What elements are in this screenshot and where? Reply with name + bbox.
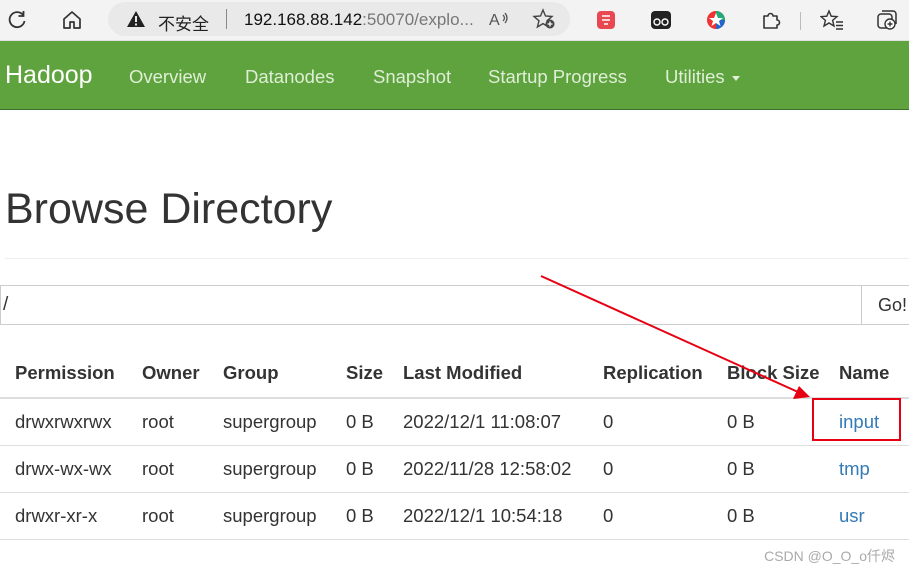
header-size[interactable]: Size (346, 351, 383, 395)
directory-table: Permission Owner Group Size Last Modifie… (0, 351, 909, 540)
cell-permission: drwxrwxrwx (15, 411, 112, 432)
nav-startup-progress[interactable]: Startup Progress (488, 66, 627, 88)
header-owner[interactable]: Owner (142, 351, 200, 395)
cell-last-modified: 2022/12/1 11:08:07 (403, 411, 562, 432)
cell-block-size: 0 B (727, 411, 755, 432)
toolbar-divider (800, 12, 801, 30)
nav-datanodes[interactable]: Datanodes (245, 66, 334, 88)
collections-icon[interactable] (875, 8, 899, 32)
read-aloud-icon[interactable]: A (488, 9, 512, 34)
nav-overview[interactable]: Overview (129, 66, 206, 88)
warning-icon (126, 10, 146, 33)
favorites-icon[interactable] (820, 8, 844, 32)
hadoop-navbar: Hadoop Overview Datanodes Snapshot Start… (0, 41, 909, 110)
directory-link-input[interactable]: input (839, 399, 879, 445)
nav-snapshot[interactable]: Snapshot (373, 66, 451, 88)
cell-owner: root (142, 505, 174, 526)
header-last-modified[interactable]: Last Modified (403, 351, 522, 395)
address-bar[interactable]: 不安全 192.168.88.142:50070/explo... A (108, 2, 570, 36)
cell-group: supergroup (223, 505, 317, 526)
table-row: drwxrwxrwx root supergroup 0 B 2022/12/1… (0, 399, 909, 446)
caret-down-icon (731, 75, 740, 81)
home-icon[interactable] (60, 8, 84, 32)
directory-path-input[interactable] (0, 285, 861, 325)
header-group[interactable]: Group (223, 351, 279, 395)
url-host: 192.168.88.142 (244, 10, 363, 29)
add-favorite-icon[interactable] (532, 8, 556, 35)
cell-permission: drwx-wx-wx (15, 458, 112, 479)
nav-utilities[interactable]: Utilities (665, 66, 740, 88)
go-button[interactable]: Go! (861, 285, 909, 325)
nav-utilities-label: Utilities (665, 66, 725, 87)
cell-size: 0 B (346, 505, 374, 526)
header-name[interactable]: Name (839, 351, 889, 395)
cell-group: supergroup (223, 411, 317, 432)
browser-toolbar: 不安全 192.168.88.142:50070/explo... A (0, 0, 909, 41)
cell-owner: root (142, 411, 174, 432)
extensions-puzzle-icon[interactable] (759, 8, 783, 32)
cell-replication: 0 (603, 505, 614, 526)
cell-block-size: 0 B (727, 458, 755, 479)
table-row: drwx-wx-wx root supergroup 0 B 2022/11/2… (0, 446, 909, 493)
security-label[interactable]: 不安全 (158, 10, 209, 35)
cell-last-modified: 2022/12/1 10:54:18 (403, 505, 563, 526)
cell-last-modified: 2022/11/28 12:58:02 (403, 458, 572, 479)
refresh-icon[interactable] (5, 8, 29, 32)
cell-replication: 0 (603, 458, 614, 479)
cell-block-size: 0 B (727, 505, 755, 526)
extension-glasses-icon[interactable] (649, 8, 673, 32)
directory-link-tmp[interactable]: tmp (839, 446, 870, 492)
header-permission[interactable]: Permission (15, 351, 115, 395)
directory-link-usr[interactable]: usr (839, 493, 865, 539)
page-title: Browse Directory (5, 185, 333, 233)
extension-red-icon[interactable] (594, 8, 618, 32)
cell-replication: 0 (603, 411, 614, 432)
table-header-row: Permission Owner Group Size Last Modifie… (0, 351, 909, 399)
header-replication[interactable]: Replication (603, 351, 703, 395)
cell-group: supergroup (223, 458, 317, 479)
cell-size: 0 B (346, 411, 374, 432)
cell-size: 0 B (346, 458, 374, 479)
url-path: :50070/explo... (362, 10, 474, 29)
url-text[interactable]: 192.168.88.142:50070/explo... (244, 10, 474, 30)
title-divider (5, 258, 909, 259)
cell-owner: root (142, 458, 174, 479)
table-row: drwxr-xr-x root supergroup 0 B 2022/12/1… (0, 493, 909, 540)
extension-color-icon[interactable] (704, 8, 728, 32)
svg-text:A: A (489, 12, 500, 29)
header-block-size[interactable]: Block Size (727, 351, 820, 395)
watermark: CSDN @O_O_o仟烬 (764, 548, 895, 564)
address-divider (226, 9, 227, 29)
brand-link[interactable]: Hadoop (5, 61, 93, 90)
cell-permission: drwxr-xr-x (15, 505, 98, 526)
